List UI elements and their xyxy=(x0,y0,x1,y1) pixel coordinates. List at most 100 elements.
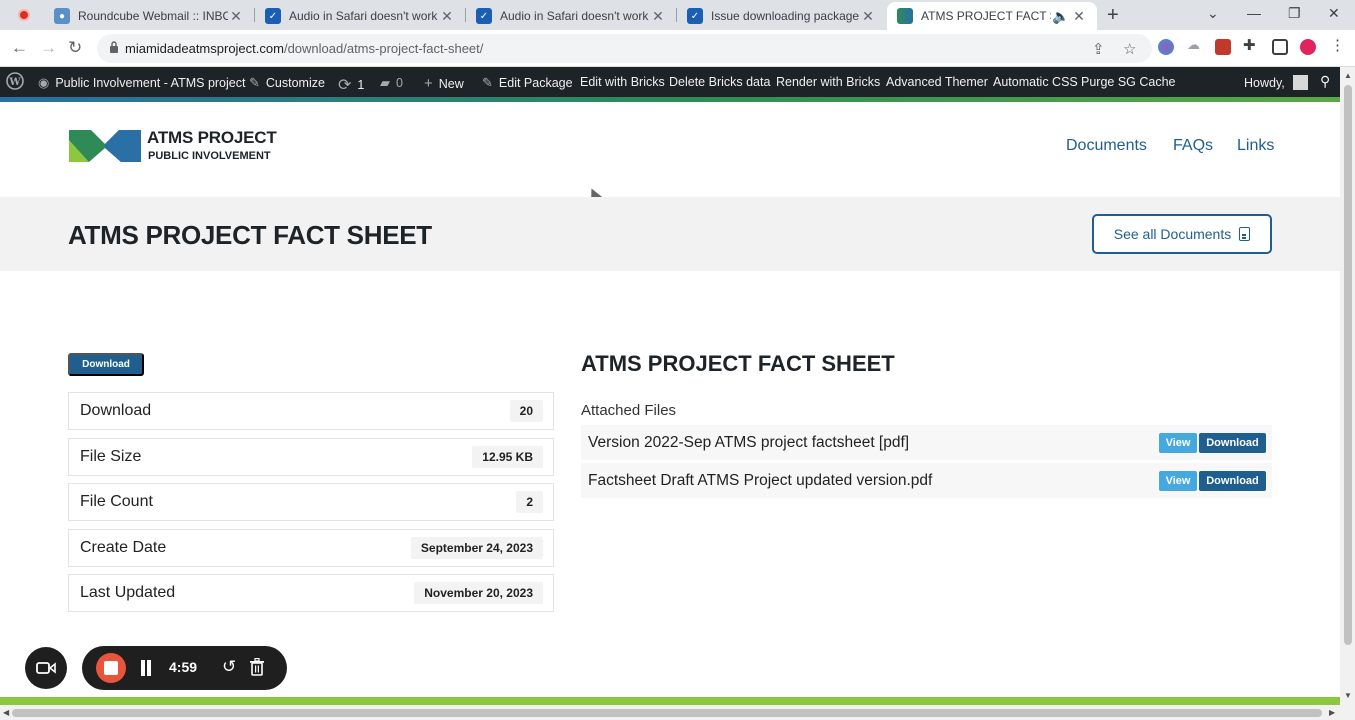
recorder-camera-button[interactable] xyxy=(25,647,67,689)
lock-icon xyxy=(110,41,118,53)
attached-files-label: Attached Files xyxy=(581,402,677,419)
pause-icon[interactable] xyxy=(140,660,152,676)
scroll-down-icon[interactable]: ▼ xyxy=(1344,691,1352,700)
info-row-download-count: Download 20 xyxy=(68,392,554,430)
reload-icon[interactable]: ↻ xyxy=(68,38,82,58)
adminbar-purge-cache[interactable]: Purge SG Cache xyxy=(1081,75,1176,89)
logo-title: ATMS PROJECT xyxy=(147,128,277,147)
svg-text:W: W xyxy=(8,77,21,88)
browser-tab-atms-fact-sheet[interactable]: ATMS PROJECT FACT SHEET 🔈 ✕ xyxy=(887,2,1097,30)
adminbar-edit-bricks[interactable]: Edit with Bricks xyxy=(580,75,665,89)
adminbar-edit-package[interactable]: ✎ Edit Package xyxy=(482,75,573,91)
wpmet-icon: ✓ xyxy=(476,8,492,24)
close-tab-icon[interactable]: ✕ xyxy=(228,8,244,25)
see-all-documents-button[interactable]: See all Documents xyxy=(1092,214,1272,254)
browser-toolbar: ← → ↻ miamidadeatmsproject.com/download/… xyxy=(0,30,1355,67)
wp-admin-bar: W ◉ Public Involvement - ATMS project ✎ … xyxy=(0,67,1355,97)
wpmet-icon: ✓ xyxy=(265,8,281,24)
package-title: ATMS PROJECT FACT SHEET xyxy=(581,351,895,376)
new-tab-icon[interactable]: + xyxy=(1107,4,1119,27)
close-tab-icon[interactable]: ✕ xyxy=(439,8,455,25)
info-row-file-count: File Count 2 xyxy=(68,483,554,521)
header-gradient-stripe xyxy=(0,97,1340,102)
recording-timer: 4:59 xyxy=(169,659,198,675)
nav-links[interactable]: Links xyxy=(1237,137,1274,155)
adminbar-site-name[interactable]: ◉ Public Involvement - ATMS project xyxy=(38,75,245,91)
close-tab-icon[interactable]: ✕ xyxy=(860,8,876,25)
restart-icon[interactable]: ↺ xyxy=(222,657,236,677)
extension-color-icon[interactable] xyxy=(1158,39,1174,55)
close-tab-icon[interactable]: ✕ xyxy=(650,8,666,25)
adminbar-updates[interactable]: ⟳ 1 xyxy=(338,75,364,95)
download-file-button[interactable]: Download xyxy=(1199,471,1266,491)
vertical-scroll-thumb[interactable] xyxy=(1344,85,1352,645)
pencil-icon: ✎ xyxy=(482,75,493,90)
nav-faqs[interactable]: FAQs xyxy=(1173,137,1213,155)
trash-icon[interactable] xyxy=(250,658,264,676)
profile-avatar[interactable] xyxy=(1300,39,1316,55)
address-bar[interactable]: miamidadeatmsproject.com/download/atms-p… xyxy=(97,34,1152,63)
wpmet-icon: ✓ xyxy=(687,8,703,24)
stop-recording-button[interactable] xyxy=(96,653,126,683)
adminbar-howdy[interactable]: Howdy, xyxy=(1244,75,1308,90)
view-file-button[interactable]: View xyxy=(1159,433,1197,453)
adminbar-new[interactable]: + New xyxy=(424,75,464,92)
view-file-button[interactable]: View xyxy=(1159,471,1197,491)
horizontal-scroll-thumb[interactable] xyxy=(12,709,1322,717)
plus-icon: + xyxy=(424,75,433,92)
share-icon[interactable]: ⇪ xyxy=(1092,40,1105,58)
file-row: Factsheet Draft ATMS Project updated ver… xyxy=(581,463,1272,499)
recorder-controls: 4:59 ↺ xyxy=(82,646,287,690)
last-updated-badge: November 20, 2023 xyxy=(414,582,543,604)
restore-icon[interactable]: ❐ xyxy=(1288,5,1301,22)
side-panel-icon[interactable] xyxy=(1272,39,1288,55)
paintbrush-icon: ✎ xyxy=(249,75,260,90)
file-row: Version 2022-Sep ATMS project factsheet … xyxy=(581,425,1272,461)
adminbar-automatic-css[interactable]: Automatic CSS xyxy=(993,75,1078,89)
window-close-icon[interactable]: ✕ xyxy=(1328,5,1340,22)
browser-tab-audio-safari-1[interactable]: ✓ Audio in Safari doesn't work - W ✕ xyxy=(255,2,465,30)
extension-cloud-icon[interactable]: ☁ xyxy=(1187,37,1203,53)
extensions-puzzle-icon[interactable]: ✚ xyxy=(1243,36,1259,54)
footer-green-strip xyxy=(0,697,1340,705)
file-count-badge: 2 xyxy=(516,491,543,513)
download-file-button[interactable]: Download xyxy=(1199,433,1266,453)
vertical-scrollbar[interactable]: ▲ ▼ xyxy=(1340,67,1355,720)
file-name: Version 2022-Sep ATMS project factsheet … xyxy=(588,434,910,451)
url-text: miamidadeatmsproject.com/download/atms-p… xyxy=(125,41,484,56)
updates-icon: ⟳ xyxy=(338,77,352,94)
forward-arrow-icon[interactable]: → xyxy=(40,38,57,58)
recording-indicator-icon xyxy=(18,9,30,21)
nav-documents[interactable]: Documents xyxy=(1066,137,1147,155)
extension-red-icon[interactable] xyxy=(1215,39,1231,55)
tab-search-chevron-icon[interactable]: ⌄ xyxy=(1207,5,1219,22)
scroll-up-icon[interactable]: ▲ xyxy=(1344,71,1352,80)
browser-tab-audio-safari-2[interactable]: ✓ Audio in Safari doesn't work - W ✕ xyxy=(466,2,676,30)
file-name: Factsheet Draft ATMS Project updated ver… xyxy=(588,472,933,489)
adminbar-customize[interactable]: ✎ Customize xyxy=(249,75,325,91)
browser-menu-icon[interactable]: ⋮ xyxy=(1330,36,1346,54)
adminbar-advanced-themer[interactable]: Advanced Themer xyxy=(886,75,988,89)
browser-tab-issue-downloading[interactable]: ✓ Issue downloading package with ✕ xyxy=(677,2,886,30)
dashboard-icon: ◉ xyxy=(38,75,50,90)
horizontal-scrollbar[interactable]: ◀ ▶ xyxy=(0,705,1340,720)
create-date-badge: September 24, 2023 xyxy=(410,537,543,559)
file-size-badge: 12.95 KB xyxy=(472,446,543,468)
browser-tab-roundcube[interactable]: ● Roundcube Webmail :: INBOX ✕ xyxy=(44,2,254,30)
adminbar-delete-bricks[interactable]: Delete Bricks data xyxy=(669,75,770,89)
back-arrow-icon[interactable]: ← xyxy=(11,38,28,58)
download-count-badge: 20 xyxy=(509,400,543,422)
wordpress-logo-icon[interactable]: W xyxy=(6,72,24,90)
adminbar-search-icon[interactable]: ⚲ xyxy=(1320,73,1330,90)
bookmark-star-icon[interactable]: ☆ xyxy=(1123,40,1136,58)
adminbar-render-bricks[interactable]: Render with Bricks xyxy=(776,75,880,89)
logo-subtitle: PUBLIC INVOLVEMENT xyxy=(148,150,271,162)
adminbar-comments[interactable]: ▰ 0 xyxy=(380,75,403,91)
download-package-button[interactable]: Download xyxy=(68,353,144,376)
scroll-right-icon[interactable]: ▶ xyxy=(1329,708,1335,717)
close-tab-icon[interactable]: ✕ xyxy=(1071,8,1087,25)
minimize-icon[interactable]: — xyxy=(1247,5,1261,21)
info-row-create-date: Create Date September 24, 2023 xyxy=(68,529,554,567)
speaker-icon[interactable]: 🔈 xyxy=(1051,8,1071,25)
scroll-left-icon[interactable]: ◀ xyxy=(3,708,9,717)
